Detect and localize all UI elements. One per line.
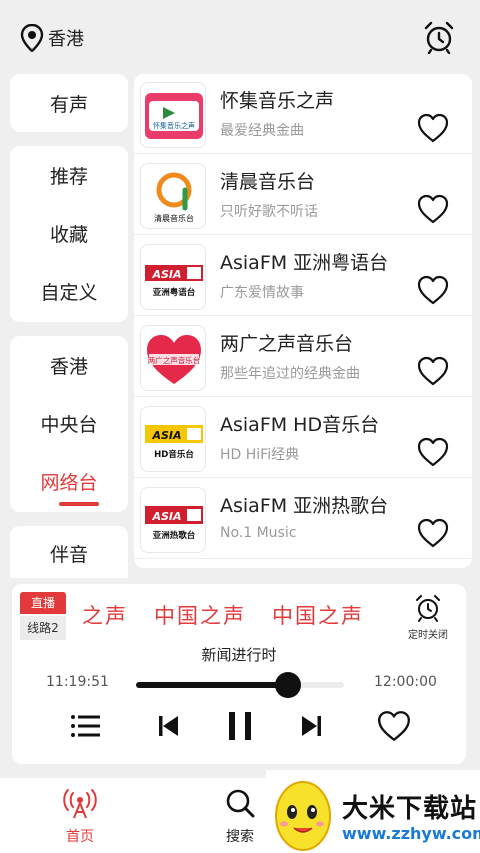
favorite-heart-icon[interactable] bbox=[416, 193, 450, 225]
favorite-heart-icon[interactable] bbox=[416, 112, 450, 144]
category-item-recommend[interactable]: 推荐 bbox=[10, 162, 128, 189]
station-logo: 怀集音乐之声 bbox=[140, 82, 206, 148]
pause-icon[interactable] bbox=[222, 708, 258, 744]
category-item-custom[interactable]: 自定义 bbox=[10, 278, 128, 305]
location-pin-icon bbox=[20, 24, 44, 52]
alarm-clock-icon bbox=[416, 595, 440, 622]
tab-home[interactable]: 首页 bbox=[50, 788, 110, 846]
progress-handle[interactable] bbox=[274, 672, 301, 698]
program-title: 新闻进行时 bbox=[201, 646, 277, 664]
station-logo: ASIA 亚洲热歌台 bbox=[140, 487, 206, 553]
time-end: 12:00:00 bbox=[374, 674, 437, 690]
watermark-name: 大米下载站 bbox=[342, 794, 478, 824]
marquee-text: 中国之声 bbox=[272, 604, 364, 628]
category-item-favorites[interactable]: 收藏 bbox=[10, 220, 128, 247]
asia-brand-text: ASIA bbox=[151, 268, 181, 281]
station-description: 最爱经典金曲 bbox=[220, 123, 304, 139]
station-logo-text: 两广之声音乐台 bbox=[148, 355, 201, 365]
station-logo: 清晨音乐台 bbox=[140, 163, 206, 229]
station-description: No.1 Music bbox=[220, 525, 297, 541]
station-logo-text: 清晨音乐台 bbox=[154, 213, 194, 223]
station-name: 两广之声音乐台 bbox=[220, 333, 354, 355]
favorite-heart-icon[interactable] bbox=[416, 355, 450, 387]
tab-search-label: 搜索 bbox=[226, 829, 254, 845]
watermark-url: www.zzhyw.com bbox=[342, 824, 480, 843]
progress-fill bbox=[136, 682, 288, 688]
progress-slider[interactable] bbox=[136, 672, 344, 698]
favorite-heart-icon[interactable] bbox=[376, 708, 412, 744]
station-row[interactable]: 清晨音乐台 清晨音乐台 只听好歌不听话 bbox=[134, 155, 472, 235]
category-item-internet[interactable]: 网络台 bbox=[10, 468, 128, 495]
station-description: HD HiFi经典 bbox=[220, 447, 300, 463]
station-row[interactable]: 怀集音乐之声 怀集音乐之声 最爱经典金曲 bbox=[134, 74, 472, 154]
marquee-text: 之声 bbox=[82, 604, 128, 628]
active-category-indicator bbox=[59, 502, 99, 506]
station-logo-text: 亚洲粤语台 bbox=[153, 287, 196, 298]
station-description: 那些年追过的经典金曲 bbox=[220, 366, 360, 382]
category-item-hongkong[interactable]: 香港 bbox=[10, 352, 128, 379]
station-description: 广东爱情故事 bbox=[220, 285, 304, 301]
sleep-timer-label: 定时关闭 bbox=[408, 630, 448, 641]
category-group-region: 香港 中央台 网络台 bbox=[10, 336, 128, 512]
favorite-heart-icon[interactable] bbox=[416, 274, 450, 306]
previous-icon[interactable] bbox=[150, 708, 186, 744]
alarm-clock-icon[interactable] bbox=[422, 20, 456, 54]
top-bar: 香港 bbox=[0, 0, 480, 74]
tab-search[interactable]: 搜索 bbox=[210, 788, 270, 846]
tab-home-label: 首页 bbox=[66, 829, 94, 845]
category-item-cctv[interactable]: 中央台 bbox=[10, 410, 128, 437]
sleep-timer-button[interactable]: 定时关闭 bbox=[402, 594, 454, 641]
category-group-accompany: 伴音 bbox=[10, 526, 128, 578]
station-name: 怀集音乐之声 bbox=[220, 90, 335, 112]
asia-brand-text: ASIA bbox=[151, 429, 181, 442]
station-row[interactable]: ASIA HD音乐台 AsiaFM HD音乐台 HD HiFi经典 bbox=[134, 398, 472, 478]
category-item-accompany[interactable]: 伴音 bbox=[10, 540, 128, 567]
station-logo-text: HD音乐台 bbox=[154, 449, 194, 460]
mascot-logo bbox=[275, 781, 331, 851]
time-start: 11:19:51 bbox=[46, 674, 109, 690]
station-row[interactable]: ASIA 亚洲热歌台 AsiaFM 亚洲热歌台 No.1 Music bbox=[134, 479, 472, 559]
location-selector[interactable]: 香港 bbox=[20, 24, 84, 52]
category-group-personal: 推荐 收藏 自定义 bbox=[10, 146, 128, 322]
watermark: 大米下载站 www.zzhyw.com bbox=[266, 770, 480, 853]
station-logo: ASIA 亚洲粤语台 bbox=[140, 244, 206, 310]
marquee-text: 中国之声 bbox=[154, 604, 246, 628]
category-item-audio[interactable]: 有声 bbox=[10, 90, 128, 117]
asia-brand-text: ASIA bbox=[151, 510, 181, 523]
station-description: 只听好歌不听话 bbox=[220, 204, 318, 220]
location-label: 香港 bbox=[48, 29, 84, 50]
station-logo: ASIA HD音乐台 bbox=[140, 406, 206, 472]
station-marquee: 之声 中国之声 中国之声 bbox=[82, 600, 412, 628]
favorite-heart-icon[interactable] bbox=[416, 517, 450, 549]
station-list: 怀集音乐之声 怀集音乐之声 最爱经典金曲 清晨音乐台 清晨音乐台 只听好歌不听话… bbox=[134, 74, 472, 568]
station-name: 清晨音乐台 bbox=[220, 171, 316, 193]
next-icon[interactable] bbox=[294, 708, 330, 744]
player-card: 直播 线路2 之声 中国之声 中国之声 定时关闭 新闻进行时 11:19:51 12… bbox=[12, 584, 466, 764]
search-icon bbox=[226, 789, 255, 818]
line-selector[interactable]: 线路2 bbox=[20, 616, 66, 640]
station-row[interactable]: ASIA 亚洲粤语台 AsiaFM 亚洲粤语台 广东爱情故事 bbox=[134, 236, 472, 316]
station-name: AsiaFM 亚洲热歌台 bbox=[220, 495, 389, 517]
category-group-audio: 有声 bbox=[10, 74, 128, 132]
playlist-icon[interactable] bbox=[68, 708, 104, 744]
radio-broadcast-icon bbox=[63, 789, 97, 819]
live-badge: 直播 bbox=[20, 592, 66, 614]
station-logo-text: 怀集音乐之声 bbox=[153, 121, 195, 130]
station-logo: 两广之声音乐台 bbox=[140, 325, 206, 391]
station-logo-text: 亚洲热歌台 bbox=[153, 530, 196, 541]
favorite-heart-icon[interactable] bbox=[416, 436, 450, 468]
station-row[interactable]: 两广之声音乐台 两广之声音乐台 那些年追过的经典金曲 bbox=[134, 317, 472, 397]
station-name: AsiaFM HD音乐台 bbox=[220, 414, 380, 436]
station-name: AsiaFM 亚洲粤语台 bbox=[220, 252, 389, 274]
